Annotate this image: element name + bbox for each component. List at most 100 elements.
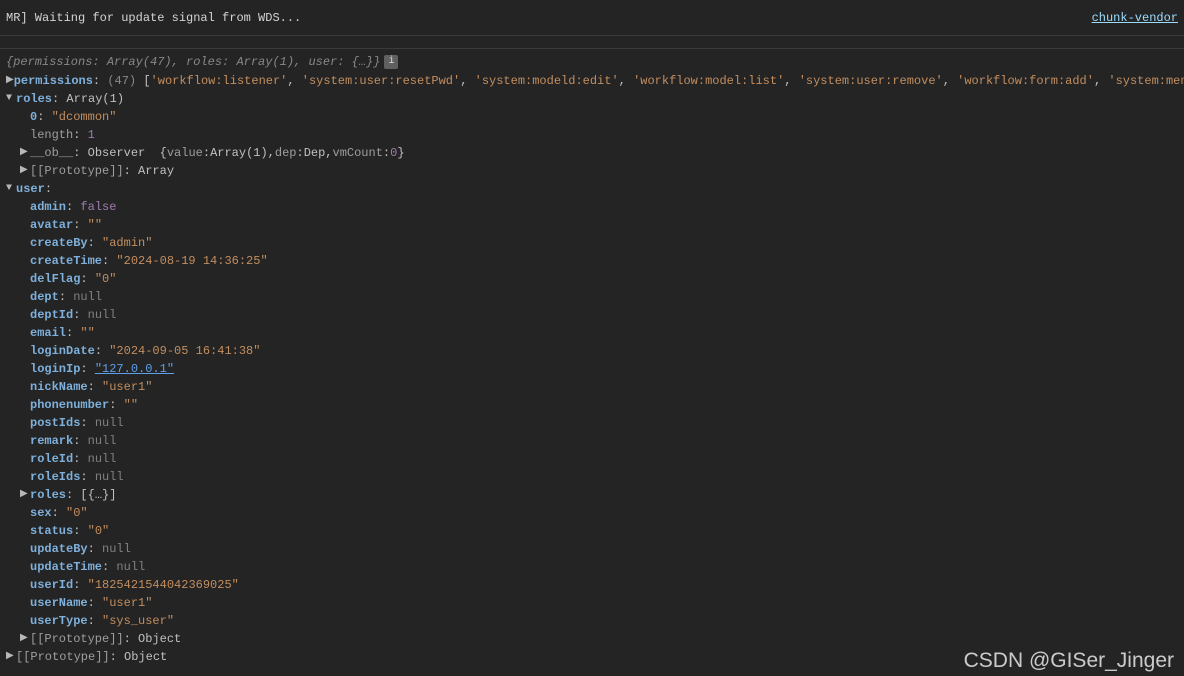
key-delFlag: delFlag xyxy=(30,270,80,288)
roles-prototype-value: Array xyxy=(138,162,174,180)
user-prototype-row[interactable]: [[Prototype]]: Object xyxy=(6,630,1178,648)
user-prop-updateBy[interactable]: updateBy: null xyxy=(6,540,1178,558)
expand-arrow-icon[interactable] xyxy=(20,486,30,504)
roles-type: Array(1) xyxy=(66,90,124,108)
expand-arrow-icon[interactable] xyxy=(20,162,30,180)
value-delFlag: "0" xyxy=(95,270,117,288)
expand-arrow-icon[interactable] xyxy=(20,630,30,648)
key-phonenumber: phonenumber xyxy=(30,396,109,414)
key-prototype: [[Prototype]] xyxy=(16,648,110,666)
key-userType: userType xyxy=(30,612,88,630)
root-prototype-row[interactable]: [[Prototype]]: Object xyxy=(6,648,1178,666)
key-roleIds: roleIds xyxy=(30,468,80,486)
chunk-vendor-link[interactable]: chunk-vendor xyxy=(1092,9,1178,27)
key-userId: userId xyxy=(30,576,73,594)
user-prop-loginIp[interactable]: loginIp: "127.0.0.1" xyxy=(6,360,1178,378)
permissions-items: 'workflow:listener', 'system:user:resetP… xyxy=(151,72,1184,90)
user-prop-userName[interactable]: userName: "user1" xyxy=(6,594,1178,612)
value-createTime: "2024-08-19 14:36:25" xyxy=(116,252,267,270)
user-prototype-value: Object xyxy=(138,630,181,648)
key-nickName: nickName xyxy=(30,378,88,396)
key-admin: admin xyxy=(30,198,66,216)
value-userName: "user1" xyxy=(102,594,152,612)
permissions-row[interactable]: permissions: (47) [ 'workflow:listener',… xyxy=(6,72,1178,90)
key-updateTime: updateTime xyxy=(30,558,102,576)
user-prop-createTime[interactable]: createTime: "2024-08-19 14:36:25" xyxy=(6,252,1178,270)
hmr-status-text: MR] Waiting for update signal from WDS..… xyxy=(6,9,301,27)
roles-ob-row[interactable]: __ob__: Observer {value: Array(1), dep: … xyxy=(6,144,1178,162)
console-topbar: MR] Waiting for update signal from WDS..… xyxy=(0,0,1184,36)
key-avatar: avatar xyxy=(30,216,73,234)
key-permissions: permissions xyxy=(14,72,93,90)
value-userType: "sys_user" xyxy=(102,612,174,630)
user-prop-roles[interactable]: roles: [{…}] xyxy=(6,486,1178,504)
key-loginIp: loginIp xyxy=(30,360,80,378)
value-roleIds: null xyxy=(95,468,124,486)
user-prop-admin[interactable]: admin: false xyxy=(6,198,1178,216)
value-status: "0" xyxy=(88,522,110,540)
user-prop-email[interactable]: email: "" xyxy=(6,324,1178,342)
value-phonenumber: "" xyxy=(124,396,138,414)
key-remark: remark xyxy=(30,432,73,450)
key-dept: dept xyxy=(30,288,59,306)
roles-item-0-value: "dcommon" xyxy=(52,108,117,126)
collapse-arrow-icon[interactable] xyxy=(6,180,16,198)
key-user: user xyxy=(16,180,45,198)
user-prop-updateTime[interactable]: updateTime: null xyxy=(6,558,1178,576)
user-prop-deptId[interactable]: deptId: null xyxy=(6,306,1178,324)
root-prototype-value: Object xyxy=(124,648,167,666)
user-prop-delFlag[interactable]: delFlag: "0" xyxy=(6,270,1178,288)
value-remark: null xyxy=(88,432,117,450)
user-prop-createBy[interactable]: createBy: "admin" xyxy=(6,234,1178,252)
value-sex: "0" xyxy=(66,504,88,522)
value-loginIp[interactable]: "127.0.0.1" xyxy=(95,360,174,378)
roles-row[interactable]: roles: Array(1) xyxy=(6,90,1178,108)
value-deptId: null xyxy=(88,306,117,324)
user-prop-dept[interactable]: dept: null xyxy=(6,288,1178,306)
expand-arrow-icon[interactable] xyxy=(6,72,14,90)
value-updateTime: null xyxy=(116,558,145,576)
key-deptId: deptId xyxy=(30,306,73,324)
user-prop-status[interactable]: status: "0" xyxy=(6,522,1178,540)
user-prop-userType[interactable]: userType: "sys_user" xyxy=(6,612,1178,630)
key-email: email xyxy=(30,324,66,342)
key-postIds: postIds xyxy=(30,414,80,432)
value-updateBy: null xyxy=(102,540,131,558)
key-roles: roles xyxy=(16,90,52,108)
value-roleId: null xyxy=(88,450,117,468)
object-summary-text: {permissions: Array(47), roles: Array(1)… xyxy=(6,53,380,71)
value-email: "" xyxy=(80,324,94,342)
user-prop-avatar[interactable]: avatar: "" xyxy=(6,216,1178,234)
value-nickName: "user1" xyxy=(102,378,152,396)
expand-arrow-icon[interactable] xyxy=(6,648,16,666)
console-tree: {permissions: Array(47), roles: Array(1)… xyxy=(0,49,1184,670)
key-createBy: createBy xyxy=(30,234,88,252)
user-prop-sex[interactable]: sex: "0" xyxy=(6,504,1178,522)
user-prop-roleIds[interactable]: roleIds: null xyxy=(6,468,1178,486)
user-prop-remark[interactable]: remark: null xyxy=(6,432,1178,450)
user-row[interactable]: user: xyxy=(6,180,1178,198)
key-length: length xyxy=(30,126,73,144)
user-prop-phonenumber[interactable]: phonenumber: "" xyxy=(6,396,1178,414)
expand-arrow-icon[interactable] xyxy=(20,144,30,162)
user-prop-roleId[interactable]: roleId: null xyxy=(6,450,1178,468)
ob-type: Observer xyxy=(88,144,146,162)
key-roleId: roleId xyxy=(30,450,73,468)
value-postIds: null xyxy=(95,414,124,432)
permissions-count: (47) xyxy=(107,72,136,90)
user-prop-loginDate[interactable]: loginDate: "2024-09-05 16:41:38" xyxy=(6,342,1178,360)
roles-item-0[interactable]: 0: "dcommon" xyxy=(6,108,1178,126)
user-prop-userId[interactable]: userId: "1825421544042369025" xyxy=(6,576,1178,594)
user-prop-postIds[interactable]: postIds: null xyxy=(6,414,1178,432)
key-roles: roles xyxy=(30,486,66,504)
collapse-arrow-icon[interactable] xyxy=(6,90,16,108)
key-ob: __ob__ xyxy=(30,144,73,162)
roles-prototype-row[interactable]: [[Prototype]]: Array xyxy=(6,162,1178,180)
info-icon[interactable]: i xyxy=(384,55,398,69)
key-status: status xyxy=(30,522,73,540)
key-index-0: 0 xyxy=(30,108,37,126)
object-summary-line[interactable]: {permissions: Array(47), roles: Array(1)… xyxy=(6,53,1178,71)
key-prototype: [[Prototype]] xyxy=(30,630,124,648)
user-prop-nickName[interactable]: nickName: "user1" xyxy=(6,378,1178,396)
key-prototype: [[Prototype]] xyxy=(30,162,124,180)
